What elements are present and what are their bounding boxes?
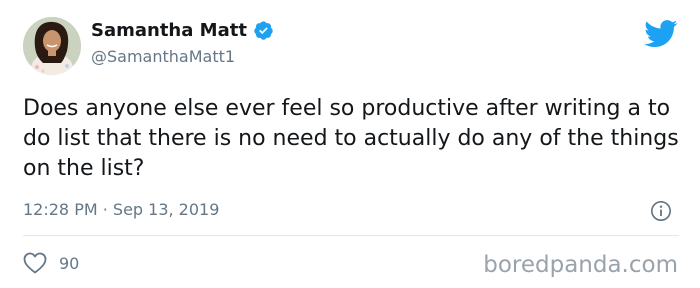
like-button[interactable]: 90 <box>23 252 79 274</box>
heart-outline-icon <box>23 252 47 274</box>
like-count: 90 <box>59 253 80 273</box>
author-handle[interactable]: @SamanthaMatt1 <box>91 47 235 66</box>
info-icon[interactable] <box>650 200 672 222</box>
author-name[interactable]: Samantha Matt <box>91 20 247 41</box>
watermark: boredpanda.com <box>483 252 678 278</box>
divider <box>23 235 679 236</box>
tweet-text: Does anyone else ever feel so productive… <box>23 96 679 181</box>
profile-photo <box>23 17 81 75</box>
author-name-row[interactable]: Samantha Matt <box>91 20 274 41</box>
avatar[interactable] <box>23 17 81 75</box>
tweet-timestamp[interactable]: 12:28 PM · Sep 13, 2019 <box>23 200 219 219</box>
twitter-bird-icon[interactable] <box>644 20 678 48</box>
verified-badge-icon <box>254 21 273 40</box>
